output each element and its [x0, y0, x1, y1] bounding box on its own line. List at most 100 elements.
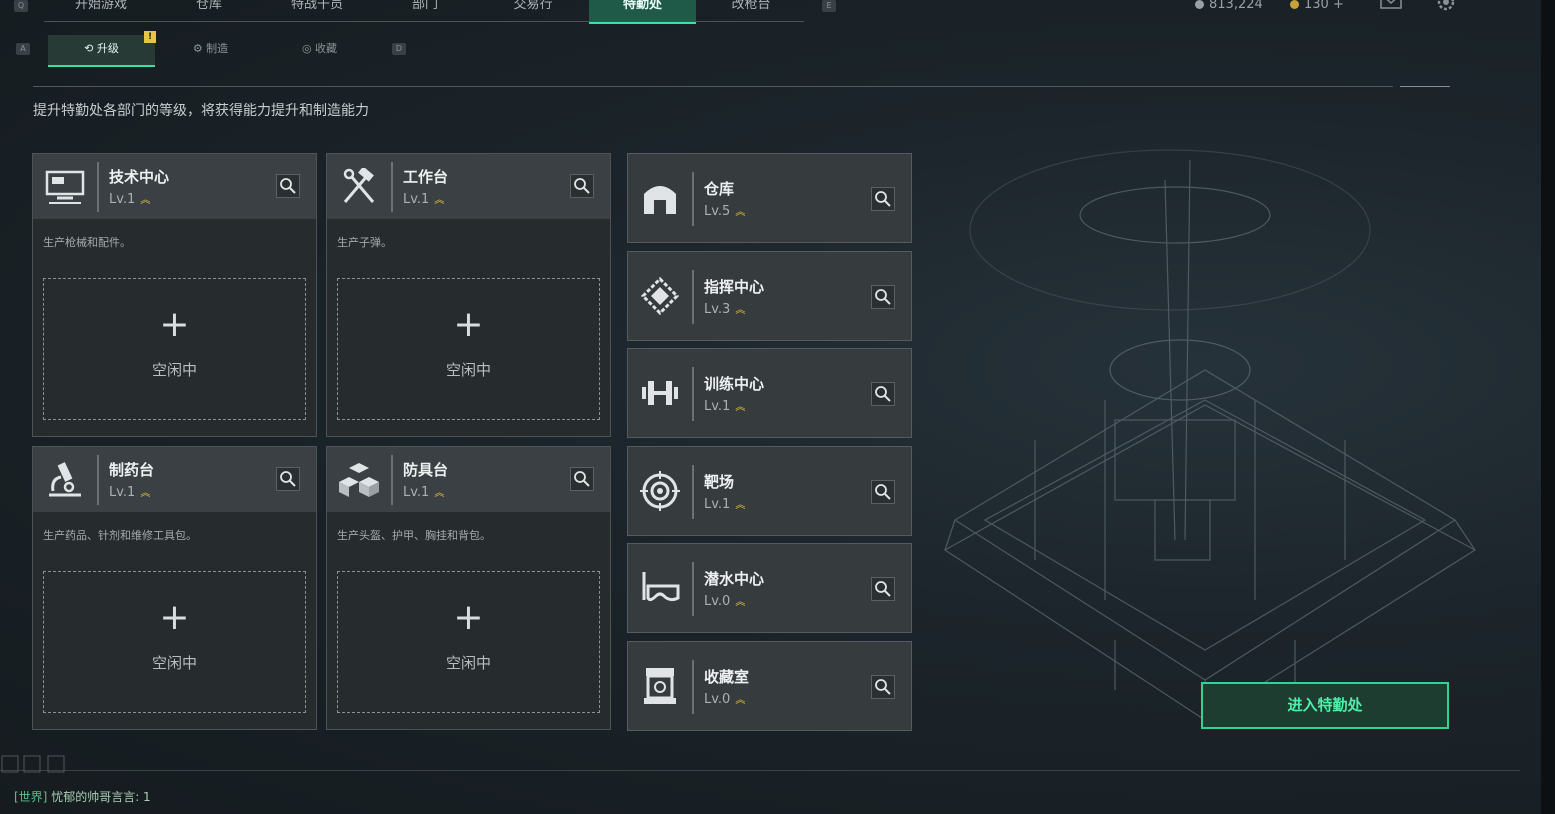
level-text: Lv.1	[109, 485, 136, 500]
mail-icon[interactable]	[1380, 0, 1402, 10]
inspect-button[interactable]	[871, 187, 895, 211]
production-slot[interactable]: + 空闲中	[43, 571, 306, 713]
magnifier-icon	[875, 679, 891, 695]
subtab-collection[interactable]: ◎ 收藏	[266, 35, 373, 65]
facility-level: Lv.0 ︽	[704, 691, 745, 707]
window-edge	[1541, 0, 1555, 814]
inspect-button[interactable]	[871, 285, 895, 309]
subnav-next-key-hint: D	[392, 43, 406, 55]
slot-status: 空闲中	[151, 361, 197, 379]
facility-name: 收藏室	[704, 668, 750, 686]
nav-prev-key-hint: Q	[14, 0, 28, 12]
diving-mask-icon	[642, 572, 680, 602]
upgrade-chevron-icon: ︽	[735, 695, 746, 706]
upgrade-chevron-icon: ︽	[735, 500, 746, 511]
card-separator	[97, 455, 99, 505]
level-text: Lv.0	[704, 594, 731, 609]
facility-name: 潜水中心	[704, 570, 765, 588]
top-navigation: Q 开始游戏 仓库 特战干员 部门 交易行 特勤处 改枪台 E 813,224 …	[0, 0, 1555, 24]
magnifier-icon	[574, 178, 590, 194]
facility-card-workbench[interactable]: 工作台 Lv.1 ︽ 生产子弹。 + 空闲中	[326, 153, 611, 437]
inspect-button[interactable]	[871, 480, 895, 504]
facility-command-center[interactable]: 指挥中心 Lv.3 ︽	[627, 251, 912, 341]
facility-diving-center[interactable]: 潜水中心 Lv.0 ︽	[627, 543, 912, 633]
facility-training-center[interactable]: 训练中心 Lv.1 ︽	[627, 348, 912, 438]
facility-card-pharmacy[interactable]: 制药台 Lv.1 ︽ 生产药品、针剂和维修工具包。 + 空闲中	[32, 446, 317, 730]
enter-special-ops-button[interactable]: 进入特勤处	[1201, 682, 1449, 729]
currency-secondary[interactable]: 130 +	[1290, 0, 1344, 11]
card-separator	[391, 162, 393, 212]
add-icon: +	[453, 597, 484, 638]
base-illustration	[943, 149, 1477, 721]
inspect-button[interactable]	[276, 174, 300, 198]
production-slot[interactable]: + 空闲中	[43, 278, 306, 420]
level-text: Lv.1	[403, 485, 430, 500]
production-slot[interactable]: + 空闲中	[337, 571, 600, 713]
inspect-button[interactable]	[871, 577, 895, 601]
facility-level: Lv.5 ︽	[704, 203, 745, 219]
upgrade-chevron-icon: ︽	[140, 195, 151, 206]
subtab-upgrade[interactable]: ⟲ 升级	[48, 35, 155, 67]
tab-start-game[interactable]: 开始游戏	[48, 0, 154, 22]
tab-gunsmith[interactable]: 改枪台	[698, 0, 804, 22]
facility-description: 生产枪械和配件。	[43, 236, 131, 249]
slot-status: 空闲中	[151, 654, 197, 672]
currency-primary-value: 813,224	[1209, 0, 1263, 12]
magnifier-icon	[574, 471, 590, 487]
bottom-divider	[0, 770, 1520, 771]
subtab-craft[interactable]: ⚙ 制造	[157, 35, 264, 65]
computer-icon	[45, 170, 85, 204]
level-text: Lv.1	[403, 192, 430, 207]
gold-coin-icon	[1290, 0, 1299, 9]
card-separator	[692, 660, 694, 714]
level-text: Lv.1	[109, 192, 136, 207]
production-slot[interactable]: + 空闲中	[337, 278, 600, 420]
chat-tool-icons[interactable]	[0, 754, 80, 774]
silver-coin-icon	[1195, 0, 1204, 9]
facility-name: 靶场	[704, 473, 735, 491]
card-separator	[692, 270, 694, 324]
tab-trade[interactable]: 交易行	[480, 0, 586, 22]
magnifier-icon	[875, 289, 891, 305]
magnifier-icon	[875, 484, 891, 500]
header-divider	[33, 86, 1393, 87]
level-text: Lv.1	[704, 399, 731, 414]
facility-description: 生产药品、针剂和维修工具包。	[43, 529, 197, 542]
card-separator	[97, 162, 99, 212]
world-chat-line[interactable]: [世界] 忧郁的帅哥言言: 1	[14, 788, 151, 805]
notification-badge: !	[144, 31, 156, 43]
inspect-button[interactable]	[570, 467, 594, 491]
inspect-button[interactable]	[871, 675, 895, 699]
inspect-button[interactable]	[570, 174, 594, 198]
tab-operators[interactable]: 特战干员	[264, 0, 370, 22]
page-description: 提升特勤处各部门的等级，将获得能力提升和制造能力	[33, 103, 369, 119]
inspect-button[interactable]	[871, 382, 895, 406]
level-text: Lv.1	[704, 497, 731, 512]
chat-message: 忧郁的帅哥言言: 1	[51, 790, 151, 804]
facility-collection-room[interactable]: 收藏室 Lv.0 ︽	[627, 641, 912, 731]
tab-warehouse[interactable]: 仓库	[156, 0, 262, 22]
slot-status: 空闲中	[445, 361, 491, 379]
facility-name: 制药台	[109, 461, 155, 479]
facility-level: Lv.1 ︽	[403, 191, 444, 207]
tab-departments[interactable]: 部门	[372, 0, 478, 22]
upgrade-chevron-icon: ︽	[434, 488, 445, 499]
facility-level: Lv.3 ︽	[704, 301, 745, 317]
nav-next-key-hint: E	[822, 0, 836, 12]
craft-icon: ⚙	[192, 42, 207, 55]
card-separator	[692, 172, 694, 226]
collection-case-icon	[644, 668, 676, 704]
subtab-upgrade-label: 升级	[96, 42, 119, 55]
facility-shooting-range[interactable]: 靶场 Lv.1 ︽	[627, 446, 912, 536]
hammer-wrench-icon	[343, 168, 375, 203]
facility-warehouse[interactable]: 仓库 Lv.5 ︽	[627, 153, 912, 243]
inspect-button[interactable]	[276, 467, 300, 491]
settings-gear-icon[interactable]	[1436, 0, 1456, 12]
facility-card-armor-bench[interactable]: 防具台 Lv.1 ︽ 生产头盔、护甲、胸挂和背包。 + 空闲中	[326, 446, 611, 730]
upgrade-chevron-icon: ︽	[735, 402, 746, 413]
facility-name: 工作台	[403, 168, 449, 186]
facility-card-tech-center[interactable]: 技术中心 Lv.1 ︽ 生产枪械和配件。 + 空闲中	[32, 153, 317, 437]
card-separator	[391, 455, 393, 505]
upgrade-chevron-icon: ︽	[140, 488, 151, 499]
card-separator	[692, 367, 694, 421]
